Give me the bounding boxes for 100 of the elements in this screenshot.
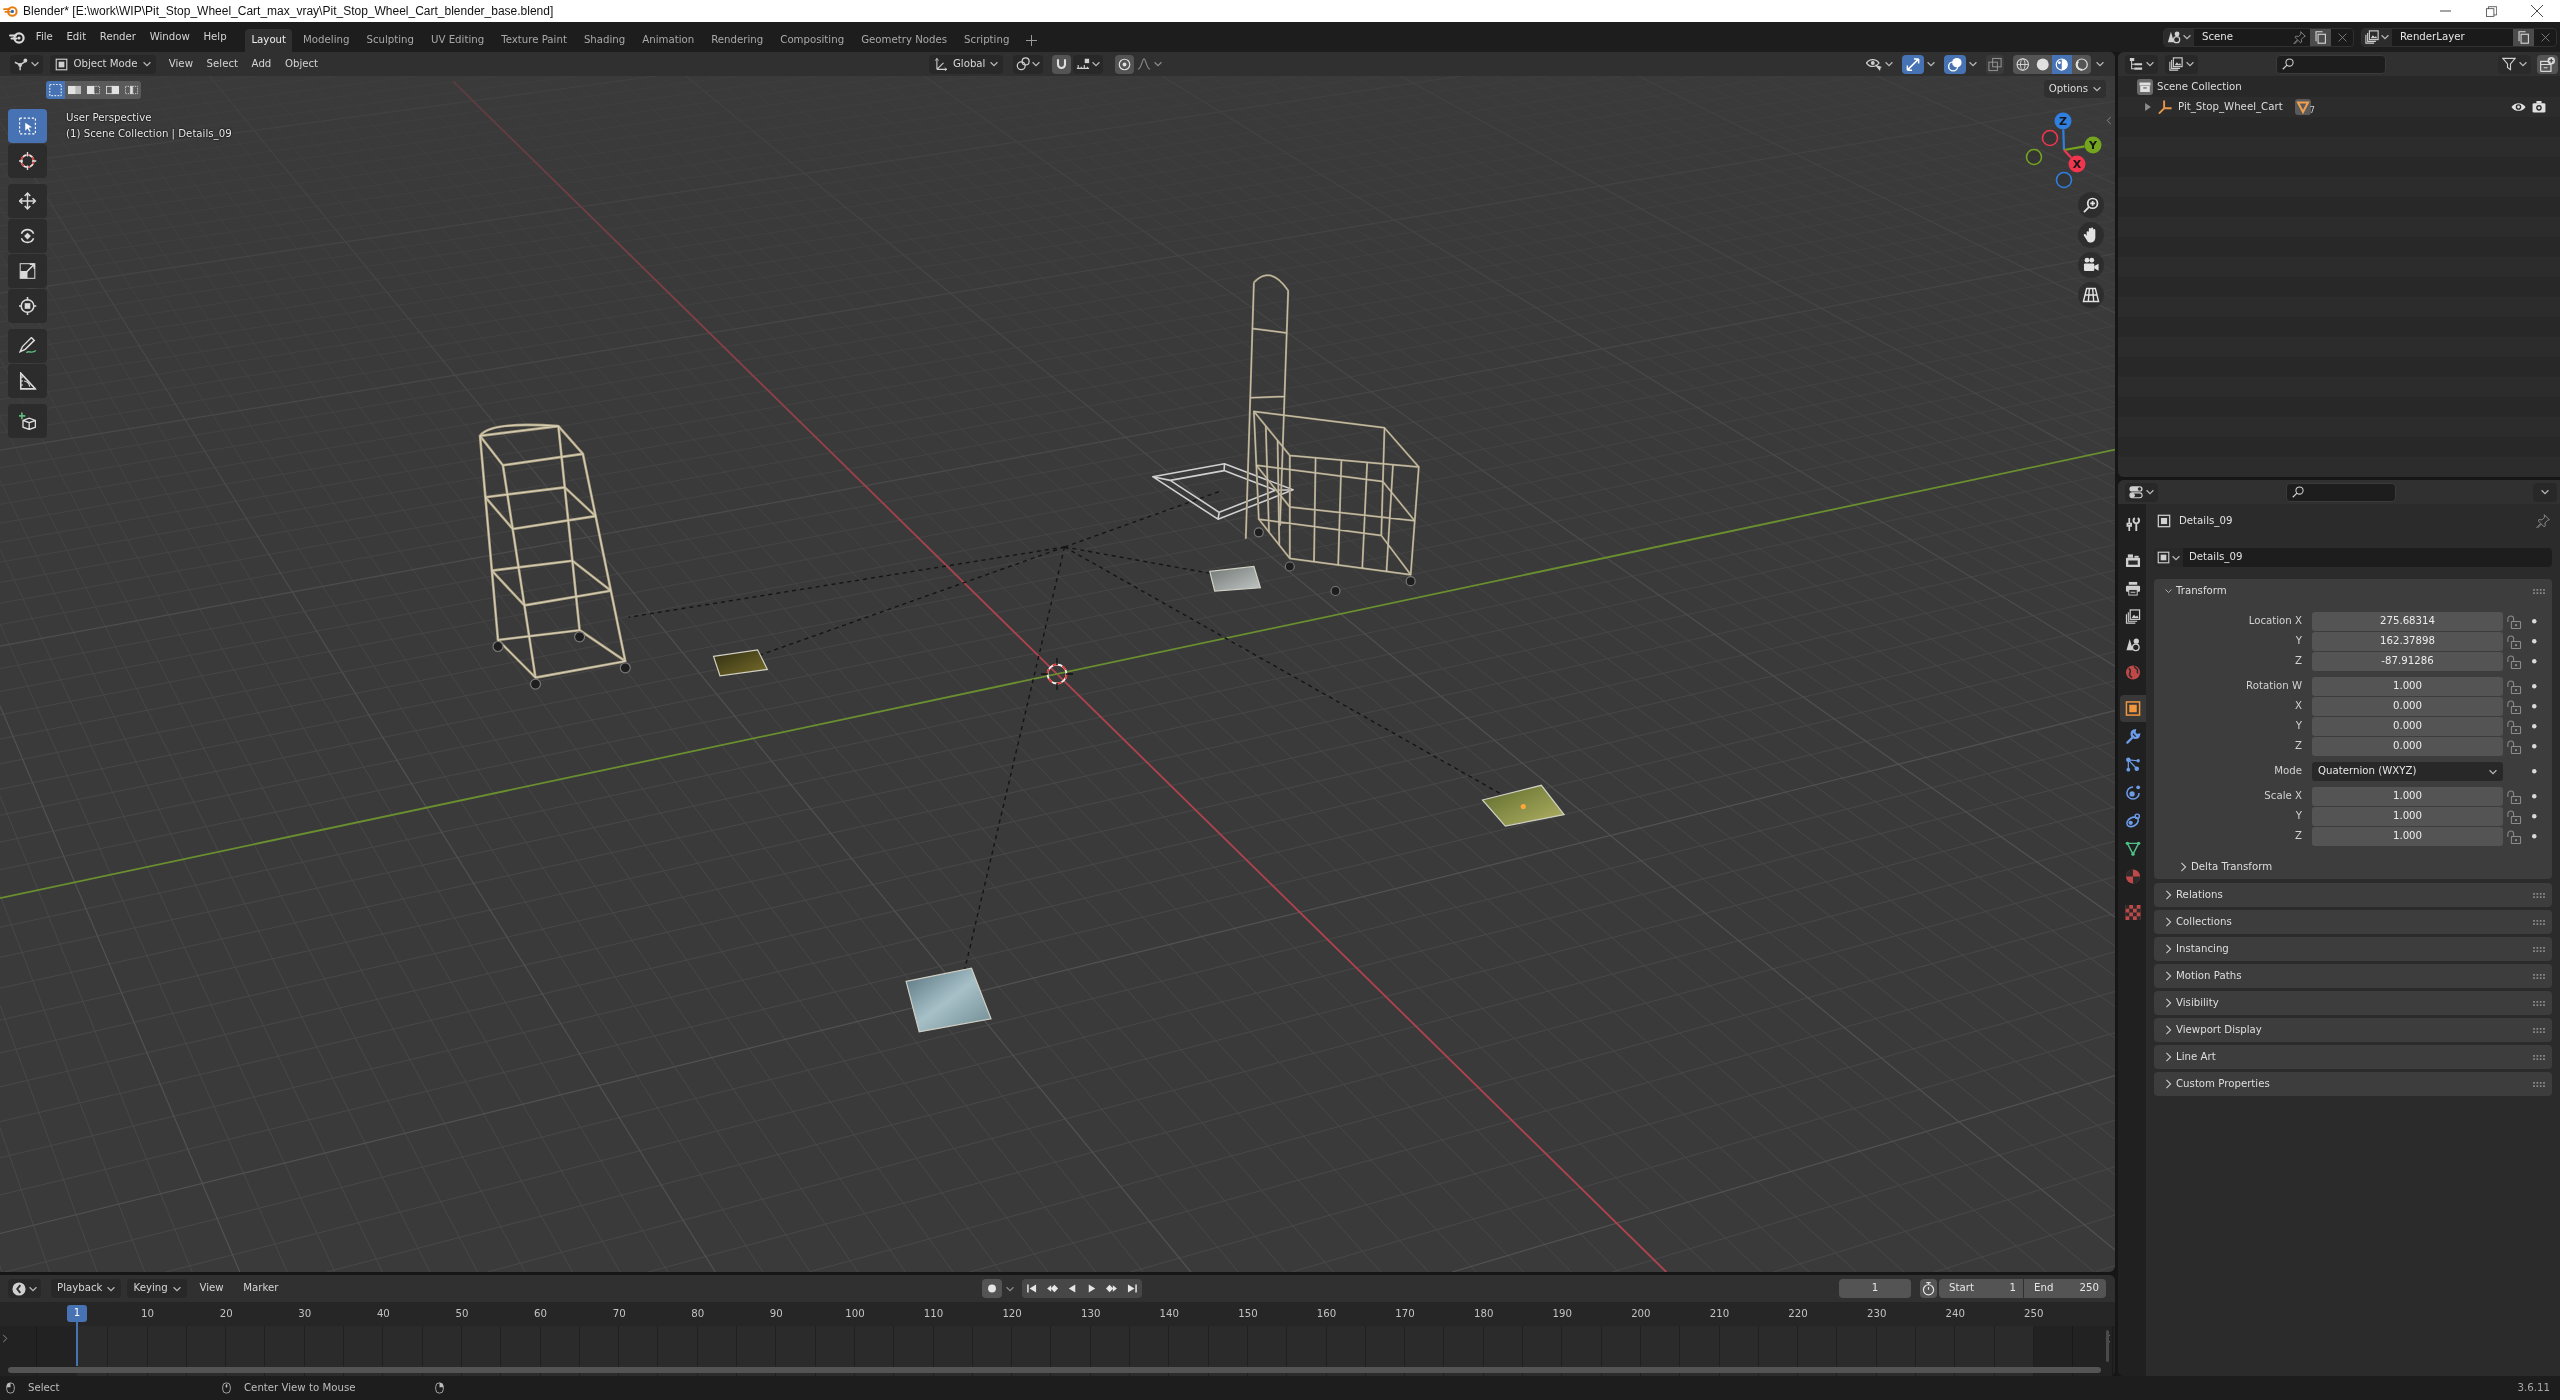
invert-squares-icon[interactable]	[103, 81, 122, 99]
menu-item[interactable]: Render	[92, 27, 143, 47]
start-frame-field[interactable]: Start 1	[1939, 1279, 2023, 1298]
menu-item[interactable]: File	[29, 27, 60, 47]
options-dropdown[interactable]: Options	[2043, 80, 2106, 98]
subtract-squares-icon[interactable]	[84, 81, 103, 99]
overlapping-squares-icon[interactable]	[1986, 54, 2004, 74]
keyframe-dot-icon[interactable]	[2532, 794, 2537, 799]
menu-item[interactable]: Help	[196, 27, 234, 47]
hand-icon[interactable]	[2078, 222, 2104, 248]
menu-item[interactable]: Object	[278, 54, 325, 74]
panel-header[interactable]: Viewport Display	[2154, 1018, 2552, 1042]
workspace-tab[interactable]: Modeling	[297, 29, 356, 52]
caret-icon[interactable]	[1969, 61, 1977, 67]
keyframe-dot-icon[interactable]	[2532, 704, 2537, 709]
mode-dropdown[interactable]: Object Mode	[50, 54, 156, 74]
axis-handle[interactable]	[2084, 136, 2102, 154]
intersect-squares-icon[interactable]	[122, 81, 141, 99]
horizontal-scrollbar[interactable]	[8, 1367, 2101, 1373]
open-lock-icon[interactable]	[2506, 654, 2522, 669]
arrows-icon[interactable]	[1902, 54, 1924, 74]
zoom-icon[interactable]	[2078, 192, 2104, 218]
move-arrows-icon[interactable]	[8, 184, 47, 218]
open-lock-icon[interactable]	[2506, 829, 2522, 844]
record-icon[interactable]	[982, 1279, 1003, 1298]
number-field[interactable]: 1.000	[2312, 807, 2503, 826]
number-field[interactable]: 162.37898	[2312, 632, 2503, 651]
panel-header[interactable]: Instancing	[2154, 937, 2552, 961]
number-field[interactable]: 1.000	[2312, 787, 2503, 806]
perspective-grid-icon[interactable]	[2078, 282, 2104, 308]
panel-header[interactable]: Custom Properties	[2154, 1072, 2552, 1096]
panel-header[interactable]: Visibility	[2154, 991, 2552, 1015]
cursor-crosshair-icon[interactable]	[1040, 657, 1074, 691]
falloff-curve-icon[interactable]	[1137, 57, 1152, 71]
vertical-scrollbar[interactable]	[2106, 1330, 2109, 1362]
number-field[interactable]: 0.000	[2312, 697, 2503, 716]
menu-item[interactable]: Select	[199, 54, 245, 74]
menu-item[interactable]: Marker	[236, 1278, 286, 1299]
workspace-tab[interactable]: Animation	[636, 29, 701, 52]
new-collection-icon[interactable]	[2537, 54, 2558, 74]
restore-icon[interactable]	[2485, 5, 2497, 17]
open-lock-icon[interactable]	[2506, 809, 2522, 824]
plus-icon[interactable]	[1026, 35, 1038, 46]
display-mode-button[interactable]	[2165, 54, 2198, 74]
keyframe-dot-icon[interactable]	[2532, 684, 2537, 689]
open-lock-icon[interactable]	[2506, 699, 2522, 714]
overlapping-circles-icon[interactable]	[1944, 54, 1966, 74]
expand-triangle-icon[interactable]	[2144, 103, 2152, 111]
workspace-tab[interactable]: Geometry Nodes	[855, 29, 954, 52]
menu-item[interactable]: Add	[244, 54, 279, 74]
object-name-field[interactable]: Details_09	[2183, 548, 2552, 567]
negative-axis-handle[interactable]	[2025, 148, 2043, 166]
snap-target-dropdown[interactable]	[1073, 54, 1104, 74]
workspace-tab[interactable]: Scripting	[958, 29, 1016, 52]
workspace-tab[interactable]: Rendering	[705, 29, 770, 52]
number-field[interactable]: -87.91286	[2312, 652, 2503, 671]
dashed-square-icon[interactable]	[46, 81, 65, 99]
menu-item[interactable]: View	[162, 54, 200, 74]
keyframe-dot-icon[interactable]	[2532, 744, 2537, 749]
pivot-dropdown[interactable]	[1013, 54, 1044, 74]
workspace-tab[interactable]: Sculpting	[360, 29, 420, 52]
axis-handle[interactable]	[2054, 112, 2072, 130]
keyframe-dot-icon[interactable]	[2532, 639, 2537, 644]
eye-icon[interactable]	[2511, 102, 2526, 112]
search-field[interactable]	[2286, 482, 2396, 502]
options-dropdown[interactable]	[2533, 482, 2557, 502]
close-icon[interactable]	[2531, 5, 2543, 17]
panel-header[interactable]: Line Art	[2154, 1045, 2552, 1069]
keyframe-dot-icon[interactable]	[2532, 769, 2537, 774]
app-logo-icon[interactable]	[9, 30, 25, 44]
keyframe-dot-icon[interactable]	[2532, 814, 2537, 819]
panel-header[interactable]: Collections	[2154, 910, 2552, 934]
eye-cursor-icon[interactable]	[1866, 56, 1882, 72]
keyframe-dot-icon[interactable]	[2532, 724, 2537, 729]
keyframe-dot-icon[interactable]	[2532, 659, 2537, 664]
editor-type-button[interactable]	[2125, 54, 2158, 74]
editor-type-button[interactable]	[10, 54, 43, 74]
number-field[interactable]: 1.000	[2312, 827, 2503, 846]
workspace-tab[interactable]: Layout	[245, 29, 293, 52]
number-field[interactable]: 0.000	[2312, 717, 2503, 736]
open-lock-icon[interactable]	[2506, 634, 2522, 649]
filter-button[interactable]	[2498, 54, 2531, 74]
axis-handle[interactable]	[2068, 155, 2086, 173]
current-frame-field[interactable]: 1	[1839, 1279, 1911, 1298]
menu-item[interactable]: Window	[142, 27, 197, 47]
panel-header[interactable]: Transform	[2154, 579, 2552, 603]
number-field[interactable]: 0.000	[2312, 737, 2503, 756]
number-field[interactable]: 1.000	[2312, 677, 2503, 696]
camera-icon[interactable]	[2078, 252, 2104, 278]
chevron-right-icon[interactable]	[2, 1334, 8, 1343]
workspace-tab[interactable]: Compositing	[774, 29, 851, 52]
crosshair-ring-icon[interactable]	[8, 144, 47, 178]
caret-icon[interactable]	[1927, 61, 1935, 67]
jump-to-start-icon[interactable]	[1022, 1279, 1043, 1298]
panel-header[interactable]: Relations	[2154, 883, 2552, 907]
menu-dropdown[interactable]: Playback	[51, 1279, 122, 1298]
workspace-tab[interactable]: Shading	[577, 29, 632, 52]
caret-icon[interactable]	[1006, 1285, 1015, 1292]
negative-axis-handle[interactable]	[2041, 129, 2059, 147]
editor-type-button[interactable]	[8, 1279, 41, 1298]
